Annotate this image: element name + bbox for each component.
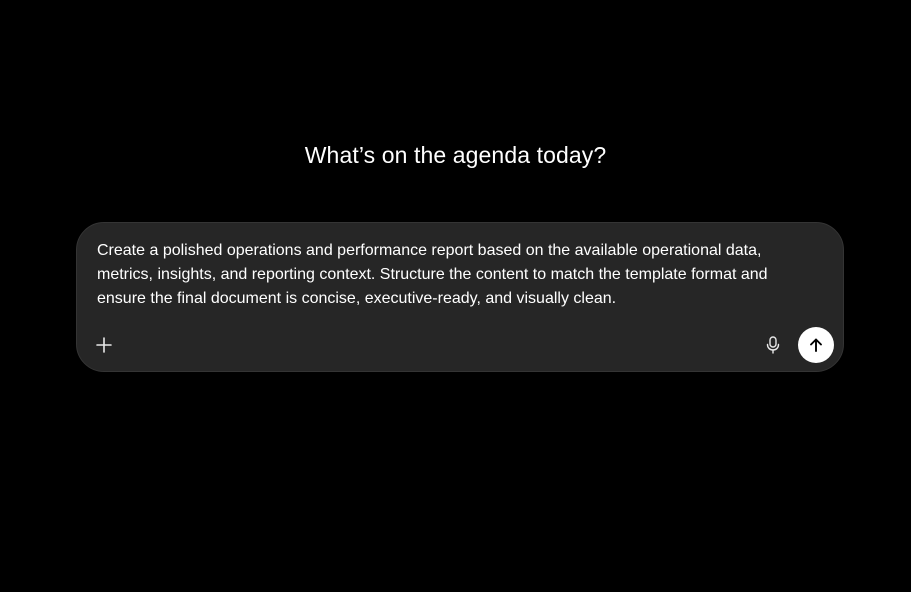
arrow-up-icon — [808, 337, 824, 353]
send-button[interactable] — [798, 327, 834, 363]
page-title: What’s on the agenda today? — [304, 142, 607, 168]
add-attachment-button[interactable] — [91, 332, 117, 358]
voice-input-button[interactable] — [760, 332, 786, 358]
microphone-icon — [765, 336, 781, 354]
prompt-input[interactable]: Create a polished operations and perform… — [97, 239, 817, 312]
prompt-composer[interactable]: Create a polished operations and perform… — [76, 222, 844, 372]
plus-icon — [95, 336, 113, 354]
